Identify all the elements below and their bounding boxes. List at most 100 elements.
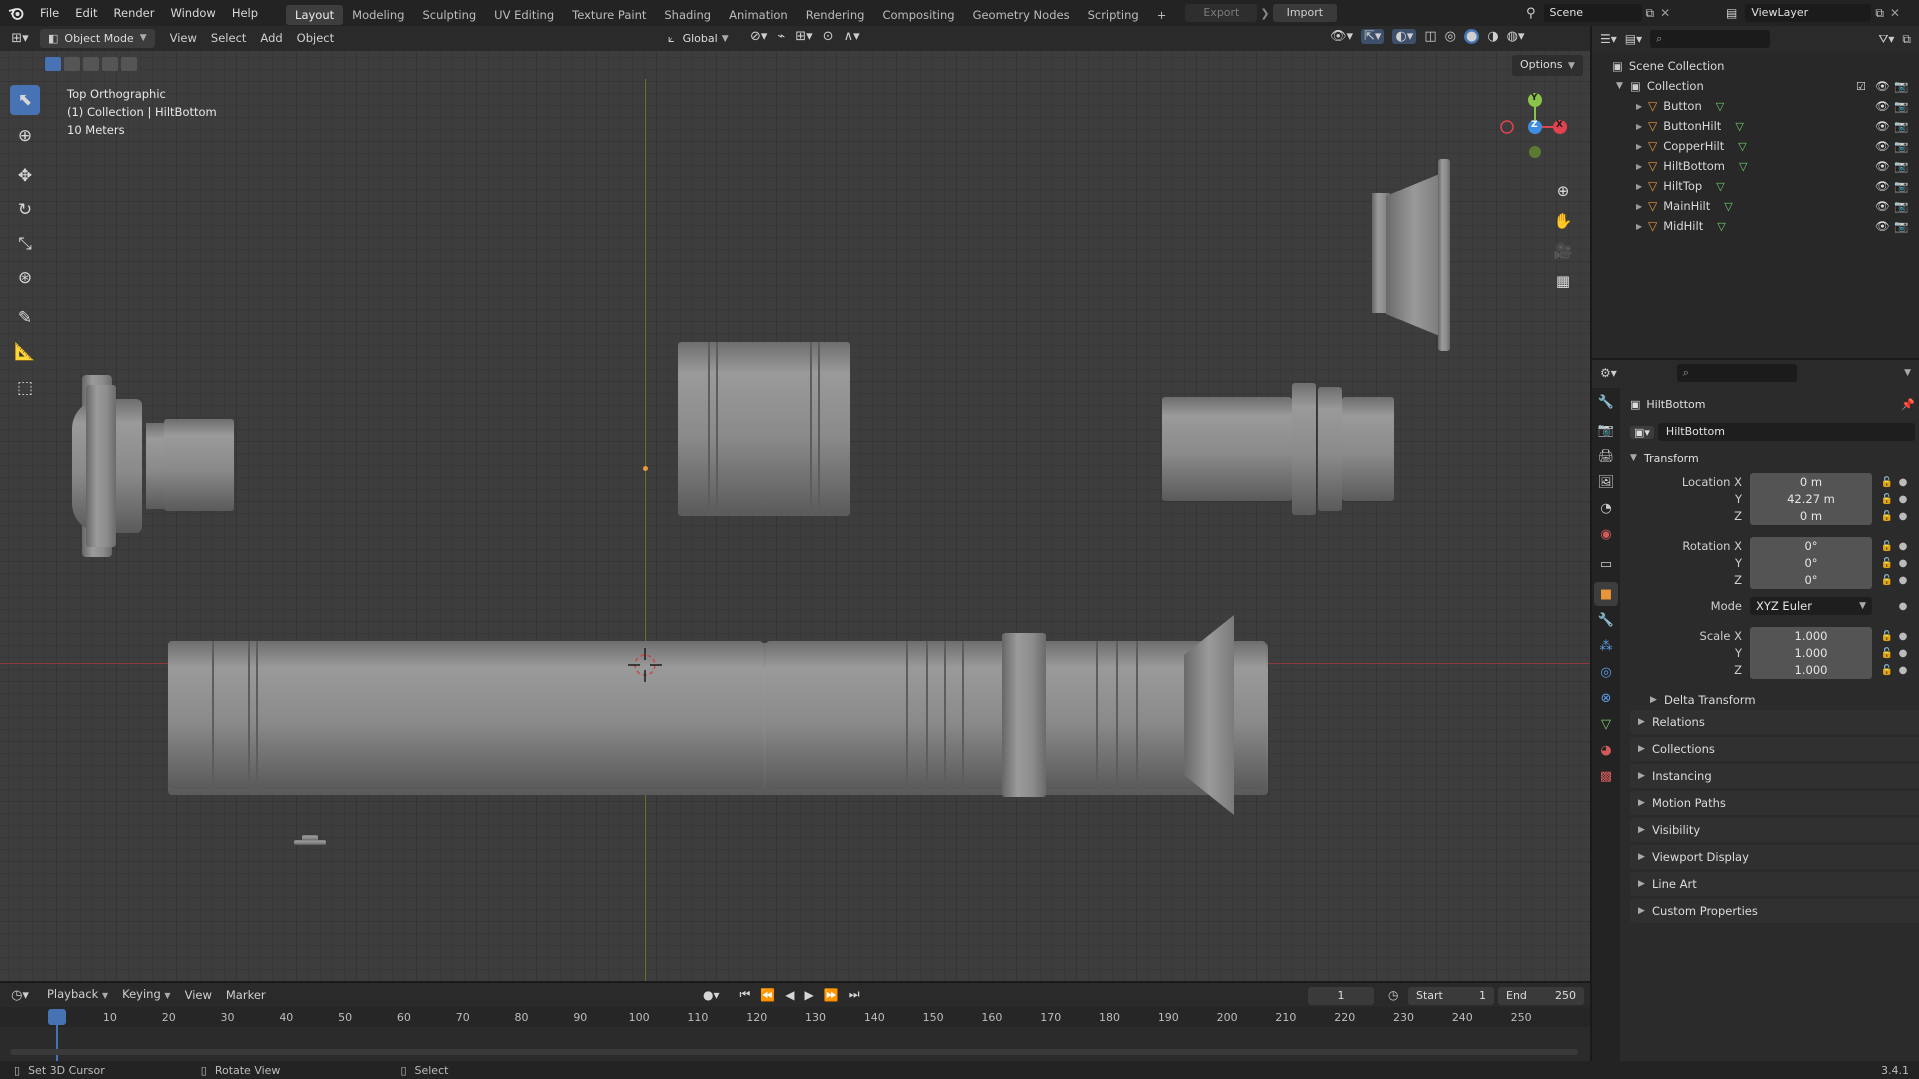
keyframe-dot-icon[interactable]: ● [1898,648,1908,659]
camera-icon[interactable]: 📷 [1894,139,1908,153]
eye-icon[interactable]: 👁 [1875,159,1890,173]
wireframe-shading-icon[interactable]: ◎ [1445,29,1456,44]
panel-instancing[interactable]: ▶ Instancing [1630,764,1919,788]
select-intersect-icon[interactable] [121,57,137,71]
location-z-field[interactable]: 0 m [1750,507,1872,525]
select-invert-icon[interactable] [102,57,118,71]
timeline-scrollbar[interactable] [10,1049,1578,1055]
pan-hand-icon[interactable]: ✋ [1550,208,1576,234]
scene-tab-icon[interactable]: ◔ [1594,496,1618,520]
cursor-tool-icon[interactable]: ⊕ [10,121,40,151]
pommel-object[interactable] [68,375,238,557]
visibility-icon[interactable]: 👁▾ [1330,29,1353,44]
tab-animation[interactable]: Animation [720,5,797,25]
select-extend-icon[interactable] [64,57,80,71]
panel-relations[interactable]: ▶ Relations [1630,710,1919,734]
expand-arrow-icon[interactable]: ▶ [1636,102,1648,111]
new-collection-icon[interactable]: ⧉ [1902,32,1911,47]
keyframe-dot-icon[interactable]: ● [1898,494,1908,505]
hiltbottom-object[interactable] [168,641,763,789]
lock-icon[interactable]: 🔓 [1880,631,1894,642]
editor-type-icon[interactable]: ⊞▾ [0,31,40,46]
overlay-toggle-icon[interactable]: ◐▾ [1392,29,1417,44]
expand-arrow-icon[interactable]: ▶ [1636,202,1648,211]
camera-icon[interactable]: 📷 [1894,99,1908,113]
eye-icon[interactable]: 👁 [1875,219,1890,233]
outliner-item[interactable]: ▶ ▽ MidHilt ▽ 👁 📷 [1592,216,1919,236]
rotate-tool-icon[interactable]: ↻ [10,195,40,225]
lock-icon[interactable]: 🔓 [1880,494,1894,505]
camera-icon[interactable]: 📷 [1894,79,1908,93]
physics-tab-icon[interactable]: ◎ [1594,660,1618,684]
tab-uv-editing[interactable]: UV Editing [485,5,563,25]
scene-name-field[interactable]: Scene [1543,4,1642,22]
scene-selector[interactable]: ⚲ Scene ⧉ ✕ [1526,4,1670,22]
eye-icon[interactable]: 👁 [1875,179,1890,193]
record-icon[interactable]: ●▾ [703,988,720,1002]
outliner-search-input[interactable]: ⌕ [1650,30,1771,48]
clock-icon[interactable]: ◷▾ [0,988,40,1003]
render-tab-icon[interactable]: 📷 [1594,418,1618,442]
add-workspace-button[interactable]: + [1148,5,1176,25]
eye-icon[interactable]: 👁 [1875,199,1890,213]
lock-icon[interactable]: 🔓 [1880,477,1894,488]
mode-dropdown[interactable]: ◧ Object Mode ▼ [40,29,155,48]
panel-collections[interactable]: ▶ Collections [1630,737,1919,761]
next-keyframe-icon[interactable]: ⏩ [824,988,839,1002]
lock-icon[interactable]: 🔓 [1880,541,1894,552]
keyframe-dot-icon[interactable]: ● [1898,541,1908,552]
object-type-icon[interactable]: ▣▾ [1630,425,1654,439]
outliner-item[interactable]: ▶ ▽ HiltBottom ▽ 👁 📷 [1592,156,1919,176]
panel-viewport-display[interactable]: ▶ Viewport Display [1630,845,1919,869]
play-icon[interactable]: ▶ [805,988,814,1002]
new-viewlayer-icon[interactable]: ⧉ [1875,6,1884,21]
new-scene-icon[interactable]: ⧉ [1646,6,1655,21]
material-shading-icon[interactable]: ◑ [1487,29,1498,44]
frame-ruler[interactable]: 1102030405060708090100110120130140150160… [0,1007,1590,1027]
blender-logo-icon[interactable] [0,6,32,20]
texture-tab-icon[interactable]: ▩ [1594,764,1618,788]
3d-viewport[interactable]: ⬉ ⊕ ✥ ↻ ⤡ ⊛ ✎ 📐 ⬚ Top Orthographic (1) C… [0,51,1590,981]
pin-icon[interactable]: 📌 [1901,398,1915,411]
mesh-data-icon[interactable]: ▽ [1716,180,1724,193]
mesh-data-icon[interactable]: ▽ [1739,160,1747,173]
tab-geometry-nodes[interactable]: Geometry Nodes [964,5,1079,25]
view-layer-tab-icon[interactable]: 🖼 [1594,470,1618,494]
midhilt-object[interactable] [678,342,850,516]
camera-icon[interactable]: 📷 [1894,159,1908,173]
output-tab-icon[interactable]: 🖨 [1594,444,1618,468]
proportional-edit-icon[interactable]: ⊙ [823,29,834,44]
data-tab-icon[interactable]: ▽ [1594,712,1618,736]
select-subtract-icon[interactable] [83,57,99,71]
rotation-mode-dropdown[interactable]: XYZ Euler ▼ [1750,597,1872,615]
hilttop-object[interactable] [1162,383,1394,515]
keyframe-dot-icon[interactable]: ● [1898,477,1908,488]
menu-keying[interactable]: Keying ▼ [115,982,177,1008]
end-frame-field[interactable]: End 250 [1498,987,1584,1005]
rendered-shading-icon[interactable]: ◍▾ [1507,29,1525,44]
transform-orientation-dropdown[interactable]: ⟀ Global ▼ [668,29,729,48]
tool-tab-icon[interactable]: 🔧 [1594,390,1618,414]
camera-icon[interactable]: 🎥 [1550,238,1576,264]
expand-arrow-icon[interactable]: ▶ [1636,122,1648,131]
scale-tool-icon[interactable]: ⤡ [10,229,40,259]
lock-icon[interactable]: 🔓 [1880,558,1894,569]
camera-icon[interactable]: 📷 [1894,179,1908,193]
scale-z-field[interactable]: 1.000 [1750,661,1872,679]
lock-icon[interactable]: 🔓 [1880,511,1894,522]
rotation-z-field[interactable]: 0° [1750,571,1872,589]
zoom-icon[interactable]: ⊕ [1550,178,1576,204]
add-cube-tool-icon[interactable]: ⬚ [10,373,40,403]
material-tab-icon[interactable]: ◕ [1594,738,1618,762]
outliner-item[interactable]: ▶ ▽ ButtonHilt ▽ 👁 📷 [1592,116,1919,136]
menu-file[interactable]: File [32,0,67,26]
mesh-data-icon[interactable]: ▽ [1717,220,1725,233]
expand-arrow-icon[interactable]: ▶ [1636,182,1648,191]
constraints-tab-icon[interactable]: ⊗ [1594,686,1618,710]
menu-select[interactable]: Select [204,26,253,51]
stopwatch-icon[interactable]: ◷ [1388,988,1398,1002]
eye-icon[interactable]: 👁 [1875,99,1890,113]
object-name-field[interactable]: HiltBottom [1657,423,1915,441]
panel-line-art[interactable]: ▶ Line Art [1630,872,1919,896]
keyframe-dot-icon[interactable]: ● [1898,665,1908,676]
